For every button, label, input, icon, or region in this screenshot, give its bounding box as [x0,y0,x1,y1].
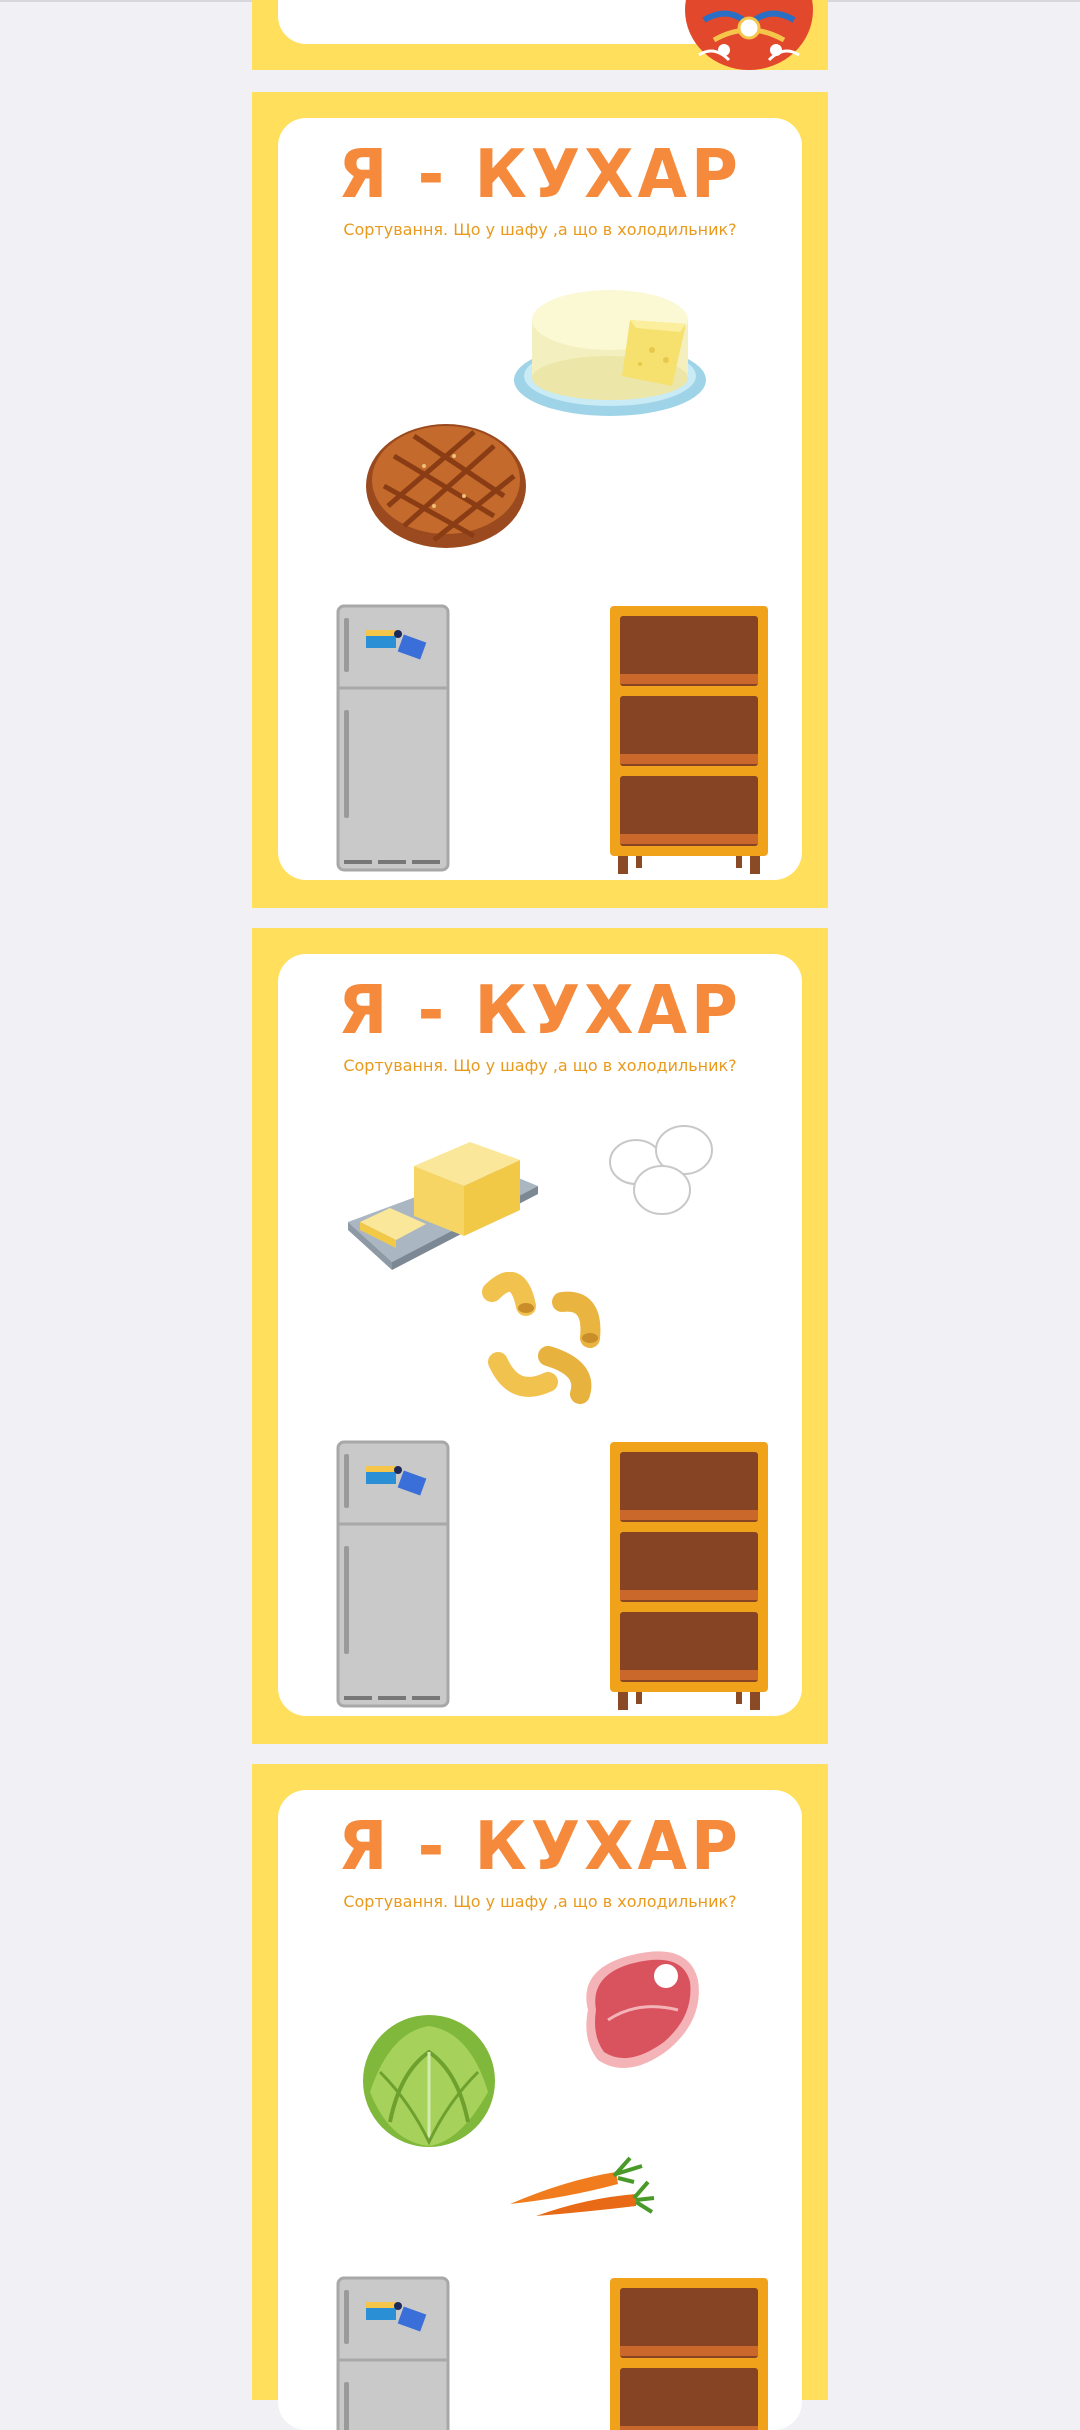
fridge-icon[interactable] [336,1440,450,1708]
carrots-icon[interactable] [506,2154,656,2224]
cabinet-icon[interactable] [608,1440,770,1710]
page-title: Я - КУХАР [338,136,742,214]
page-title: Я - КУХАР [338,1808,742,1886]
worksheet-page-2[interactable]: Я - КУХАР Сортування. Що у шафу ,а що в … [252,928,828,1744]
cheese-icon[interactable] [512,280,708,420]
bread-icon[interactable] [364,416,528,550]
page-subtitle: Сортування. Що у шафу ,а що в холодильни… [343,1056,737,1075]
worksheet-page-previous[interactable] [252,0,828,70]
worksheet-page-1[interactable]: Я - КУХАР Сортування. Що у шафу ,а що в … [252,92,828,908]
page-subtitle: Сортування. Що у шафу ,а що в холодильни… [343,220,737,239]
worksheet-card: Я - КУХАР Сортування. Що у шафу ,а що в … [278,1790,802,2430]
worksheet-card: Я - КУХАР Сортування. Що у шафу ,а що в … [278,954,802,1716]
fridge-icon[interactable] [336,604,450,872]
painted-egg-icon [685,0,813,70]
cabinet-icon[interactable] [608,2276,770,2430]
meat-icon[interactable] [568,1940,708,2080]
worksheet-page-3[interactable]: Я - КУХАР Сортування. Що у шафу ,а що в … [252,1764,828,2430]
page-subtitle: Сортування. Що у шафу ,а що в холодильни… [343,1892,737,1911]
cabbage-icon[interactable] [360,2012,498,2150]
worksheet-card: Я - КУХАР Сортування. Що у шафу ,а що в … [278,118,802,880]
cabinet-icon[interactable] [608,604,770,874]
eggs-icon[interactable] [606,1120,718,1220]
page-title: Я - КУХАР [338,972,742,1050]
fridge-icon[interactable] [336,2276,450,2430]
butter-icon[interactable] [344,1112,540,1272]
macaroni-icon[interactable] [478,1272,608,1406]
